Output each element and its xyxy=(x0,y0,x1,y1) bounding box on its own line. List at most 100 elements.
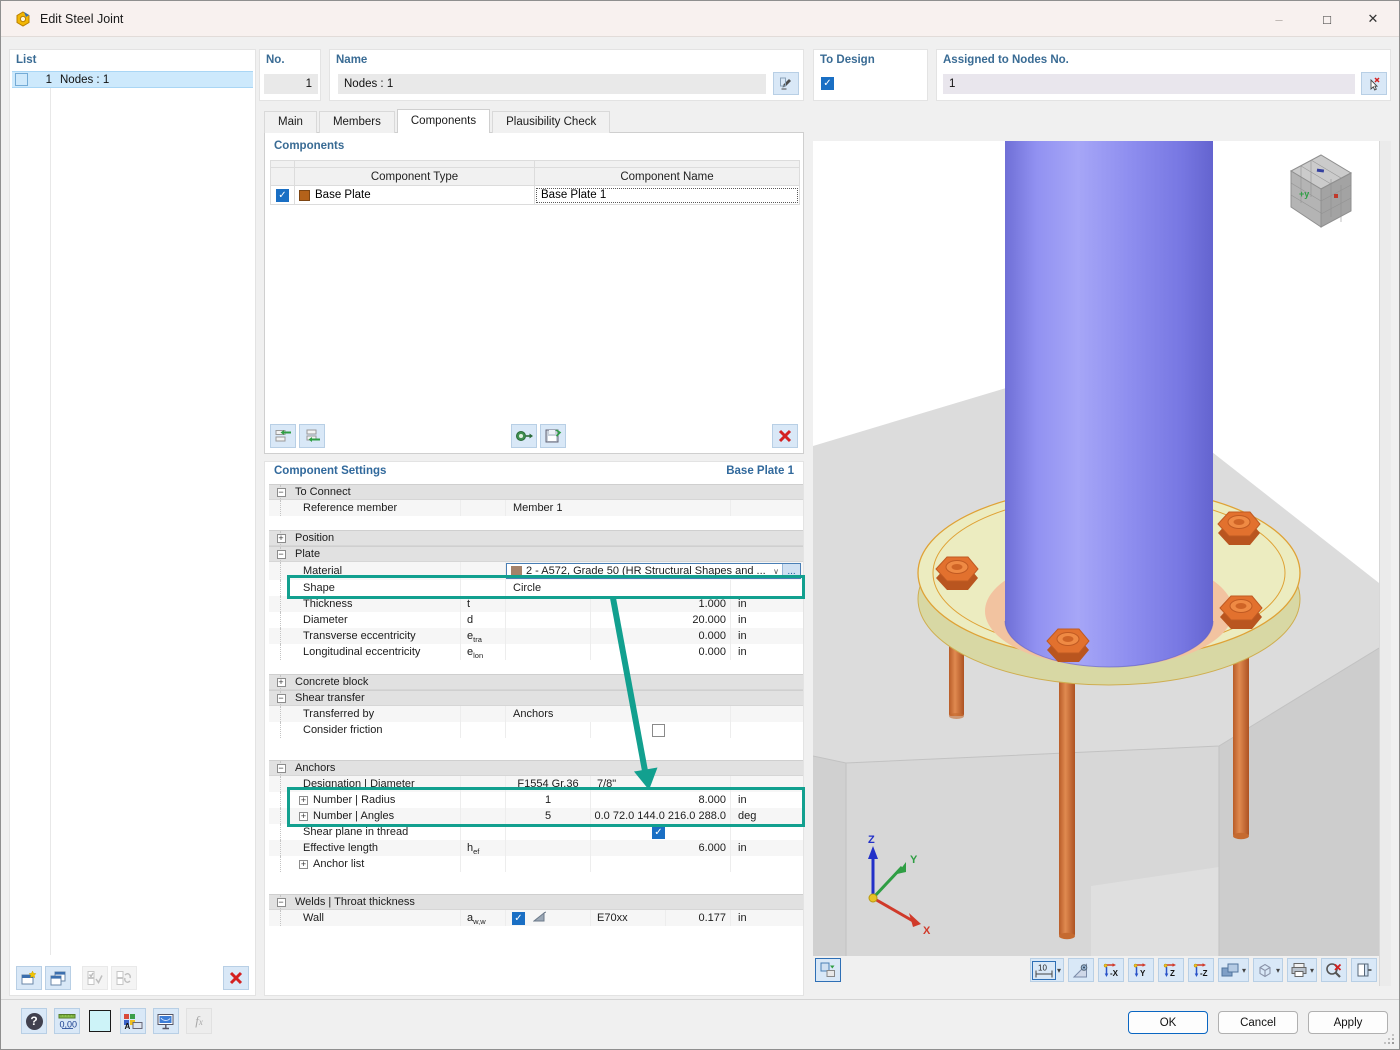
ok-button[interactable]: OK xyxy=(1128,1011,1208,1034)
row-value-2[interactable]: 20.000 xyxy=(591,612,731,628)
tab-components[interactable]: Components xyxy=(397,109,490,133)
dimension-lines-button[interactable]: 10▾ xyxy=(1030,958,1064,982)
new-joint-button[interactable] xyxy=(16,966,42,990)
row-value[interactable]: Circle xyxy=(506,580,731,596)
tab-main[interactable]: Main xyxy=(264,111,317,133)
row-value-2[interactable]: 0.000 xyxy=(591,628,731,644)
to-design-checkbox[interactable] xyxy=(821,77,834,90)
expand-toggle[interactable]: + xyxy=(299,812,308,821)
row-value-2[interactable]: 6.000 xyxy=(591,840,731,856)
expand-toggle[interactable]: − xyxy=(277,550,286,559)
row-value-1[interactable]: 5 xyxy=(506,808,591,824)
component-type-cell[interactable]: Base Plate xyxy=(295,186,535,204)
add-component-button[interactable] xyxy=(270,424,296,448)
expand-toggle[interactable]: + xyxy=(299,796,308,805)
expand-toggle[interactable]: + xyxy=(277,678,286,687)
resize-grip[interactable] xyxy=(1384,1034,1394,1044)
delete-components-button[interactable] xyxy=(772,424,798,448)
assigned-nodes-field[interactable]: 1 xyxy=(943,74,1355,94)
row-value-2[interactable]: 8.000 xyxy=(591,792,731,808)
list-item[interactable]: 1Nodes : 1 xyxy=(12,71,253,88)
dropdown-arrow-icon[interactable]: ▾ xyxy=(1242,966,1246,975)
settings-checkbox[interactable] xyxy=(652,724,665,737)
navigation-cube[interactable]: +y xyxy=(1291,155,1351,227)
view-y-button[interactable]: Y xyxy=(1128,958,1154,982)
edit-name-button[interactable] xyxy=(773,72,799,95)
row-value-1[interactable] xyxy=(506,856,591,872)
steel-column[interactable] xyxy=(1005,141,1213,667)
row-value-1[interactable] xyxy=(506,910,591,926)
expand-toggle[interactable]: − xyxy=(277,694,286,703)
viewport-scrollbar[interactable] xyxy=(1379,141,1391,986)
expand-toggle[interactable]: − xyxy=(277,898,286,907)
row-value[interactable]: Member 1 xyxy=(506,500,731,516)
row-value-1[interactable] xyxy=(506,612,591,628)
row-value-1[interactable] xyxy=(506,628,591,644)
group-label[interactable]: Anchors xyxy=(293,762,803,774)
tab-members[interactable]: Members xyxy=(319,111,395,133)
group-label[interactable]: Plate xyxy=(293,548,803,560)
angle-measure-button[interactable] xyxy=(1068,958,1094,982)
component-checkbox[interactable] xyxy=(276,189,289,202)
component-name-cell[interactable]: Base Plate 1 xyxy=(535,186,799,204)
print-graphic-button[interactable]: ▾ xyxy=(1287,958,1317,982)
row-value-2[interactable]: 1.000 xyxy=(591,596,731,612)
maximize-button[interactable]: □ xyxy=(1307,1,1347,37)
chevron-down-icon[interactable]: ∨ xyxy=(773,567,779,576)
dropdown-arrow-icon[interactable]: ▾ xyxy=(1057,966,1061,975)
expand-toggle[interactable]: − xyxy=(277,488,286,497)
tab-plausibility-check[interactable]: Plausibility Check xyxy=(492,111,610,133)
row-value-2[interactable]: 0.000 xyxy=(591,644,731,660)
minimize-button[interactable]: – xyxy=(1259,1,1299,37)
row-value-2[interactable]: E70xx xyxy=(591,910,666,926)
group-label[interactable]: To Connect xyxy=(293,486,803,498)
group-label[interactable]: Welds | Throat thickness xyxy=(293,896,803,908)
help-button[interactable]: ? xyxy=(21,1008,47,1034)
color-scheme-button[interactable] xyxy=(87,1008,113,1034)
dropdown-arrow-icon[interactable]: ▾ xyxy=(1310,966,1314,975)
component-name-value[interactable]: Base Plate 1 xyxy=(536,188,798,203)
settings-checkbox[interactable] xyxy=(512,912,525,925)
settings-checkbox[interactable] xyxy=(652,826,665,839)
cancel-zoom-button[interactable] xyxy=(1321,958,1347,982)
row-value-1[interactable] xyxy=(506,722,591,738)
row-value-1[interactable] xyxy=(506,596,591,612)
row-value-1[interactable] xyxy=(506,644,591,660)
units-button[interactable]: 0,00 xyxy=(54,1008,80,1034)
cancel-button[interactable]: Cancel xyxy=(1218,1011,1298,1034)
row-value-3[interactable]: 0.177 xyxy=(666,910,731,926)
expand-toggle[interactable]: + xyxy=(277,534,286,543)
row-value-1[interactable] xyxy=(506,824,591,840)
view-minus-z-button[interactable]: -Z xyxy=(1188,958,1214,982)
row-value-2[interactable] xyxy=(591,722,731,738)
expand-toggle[interactable]: − xyxy=(277,764,286,773)
view-minus-x-button[interactable]: -X xyxy=(1098,958,1124,982)
row-value-1[interactable]: 1 xyxy=(506,792,591,808)
material-dropdown[interactable]: 2 - A572, Grade 50 (HR Structural Shapes… xyxy=(506,563,801,579)
row-value-1[interactable]: F1554 Gr.36 xyxy=(506,776,591,792)
row-value-1[interactable] xyxy=(506,840,591,856)
clipping-box-button[interactable]: ▾ xyxy=(1253,958,1283,982)
row-value-2[interactable] xyxy=(591,856,731,872)
group-label[interactable]: Position xyxy=(293,532,803,544)
save-to-library-button[interactable] xyxy=(540,424,566,448)
group-label[interactable]: Concrete block xyxy=(293,676,803,688)
row-value-2[interactable]: 7/8" xyxy=(591,776,731,792)
control-panel-button[interactable] xyxy=(1351,958,1377,982)
select-nodes-button[interactable] xyxy=(1361,72,1387,95)
remove-component-button[interactable] xyxy=(299,424,325,448)
display-options-button[interactable]: ▾ xyxy=(1218,958,1249,982)
row-value-2[interactable] xyxy=(591,824,731,840)
display-properties-button[interactable]: A xyxy=(120,1008,146,1034)
close-button[interactable]: ✕ xyxy=(1353,1,1393,37)
component-check-cell[interactable] xyxy=(271,186,295,204)
rendering-button[interactable] xyxy=(153,1008,179,1034)
material-browse-button[interactable]: ... xyxy=(782,564,800,578)
import-from-library-button[interactable] xyxy=(511,424,537,448)
dialog-titlebar[interactable]: Edit Steel Joint – □ ✕ xyxy=(1,1,1399,37)
delete-all-button[interactable] xyxy=(223,966,249,990)
row-value[interactable]: Anchors xyxy=(506,706,731,722)
apply-button[interactable]: Apply xyxy=(1308,1011,1388,1034)
group-label[interactable]: Shear transfer xyxy=(293,692,803,704)
joint-name-field[interactable]: Nodes : 1 xyxy=(338,74,766,94)
